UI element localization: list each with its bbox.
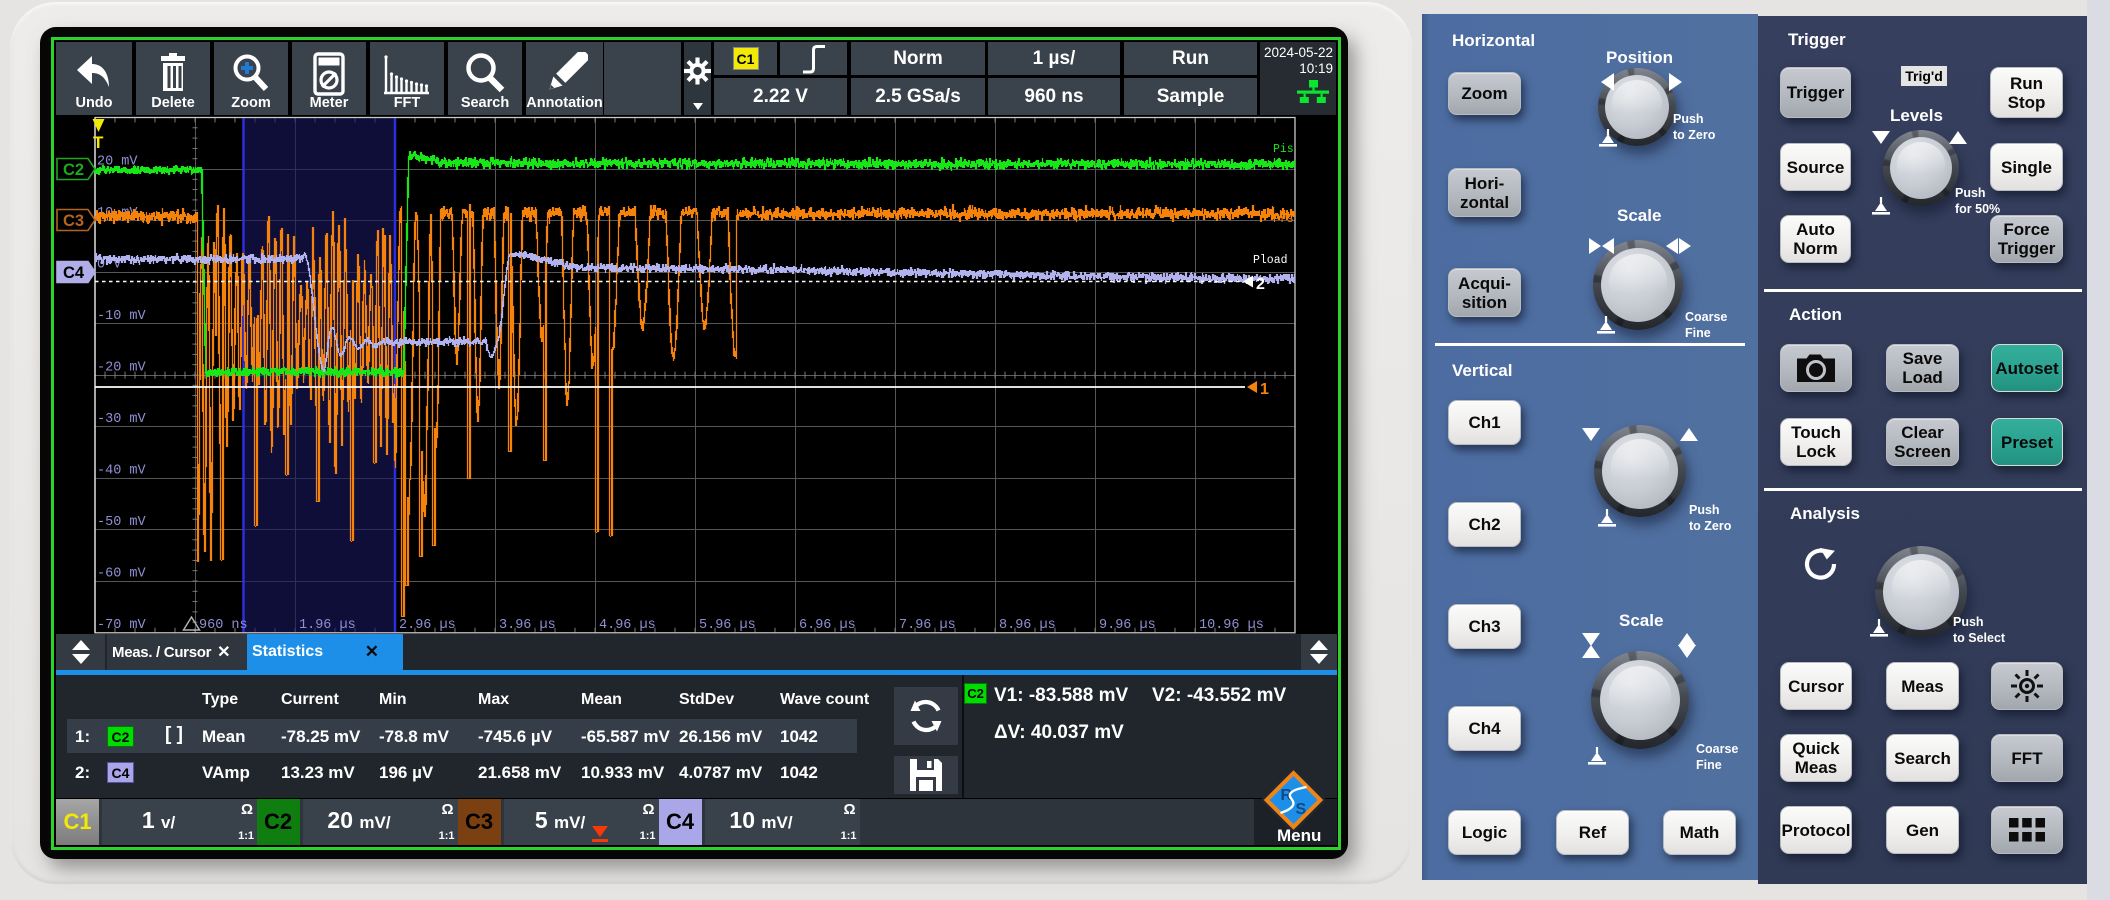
- svg-text:10.96 µs: 10.96 µs: [1199, 618, 1264, 633]
- svg-text:8.96 µs: 8.96 µs: [999, 618, 1056, 633]
- svg-text:Prs: Prs: [1273, 213, 1294, 226]
- svg-text:-40 mV: -40 mV: [97, 464, 147, 479]
- svg-text:9.96 µs: 9.96 µs: [1099, 618, 1156, 633]
- svg-text:1: 1: [1260, 381, 1269, 398]
- svg-text:-50 mV: -50 mV: [97, 515, 147, 530]
- svg-text:-60 mV: -60 mV: [97, 567, 147, 582]
- svg-text:-70 mV: -70 mV: [97, 618, 147, 633]
- svg-text:-30 mV: -30 mV: [97, 412, 147, 427]
- svg-text:4.96 µs: 4.96 µs: [599, 618, 656, 633]
- svg-text:3.96 µs: 3.96 µs: [499, 618, 556, 633]
- svg-text:960 ns: 960 ns: [199, 618, 248, 633]
- svg-text:5.96 µs: 5.96 µs: [699, 618, 756, 633]
- svg-text:7.96 µs: 7.96 µs: [899, 618, 956, 633]
- svg-text:S: S: [1296, 801, 1307, 818]
- svg-text:1.96 µs: 1.96 µs: [299, 618, 356, 633]
- svg-text:C3: C3: [63, 212, 84, 230]
- svg-text:T: T: [93, 133, 104, 152]
- svg-text:-20 mV: -20 mV: [97, 361, 147, 376]
- svg-text:C2: C2: [63, 161, 84, 179]
- svg-text:2.96 µs: 2.96 µs: [399, 618, 456, 633]
- svg-text:Pis: Pis: [1273, 143, 1294, 156]
- svg-text:C4: C4: [63, 264, 85, 282]
- svg-text:6.96 µs: 6.96 µs: [799, 618, 856, 633]
- svg-text:Pload: Pload: [1253, 254, 1288, 267]
- svg-text:2: 2: [1256, 276, 1265, 293]
- svg-text:-10 mV: -10 mV: [97, 309, 147, 324]
